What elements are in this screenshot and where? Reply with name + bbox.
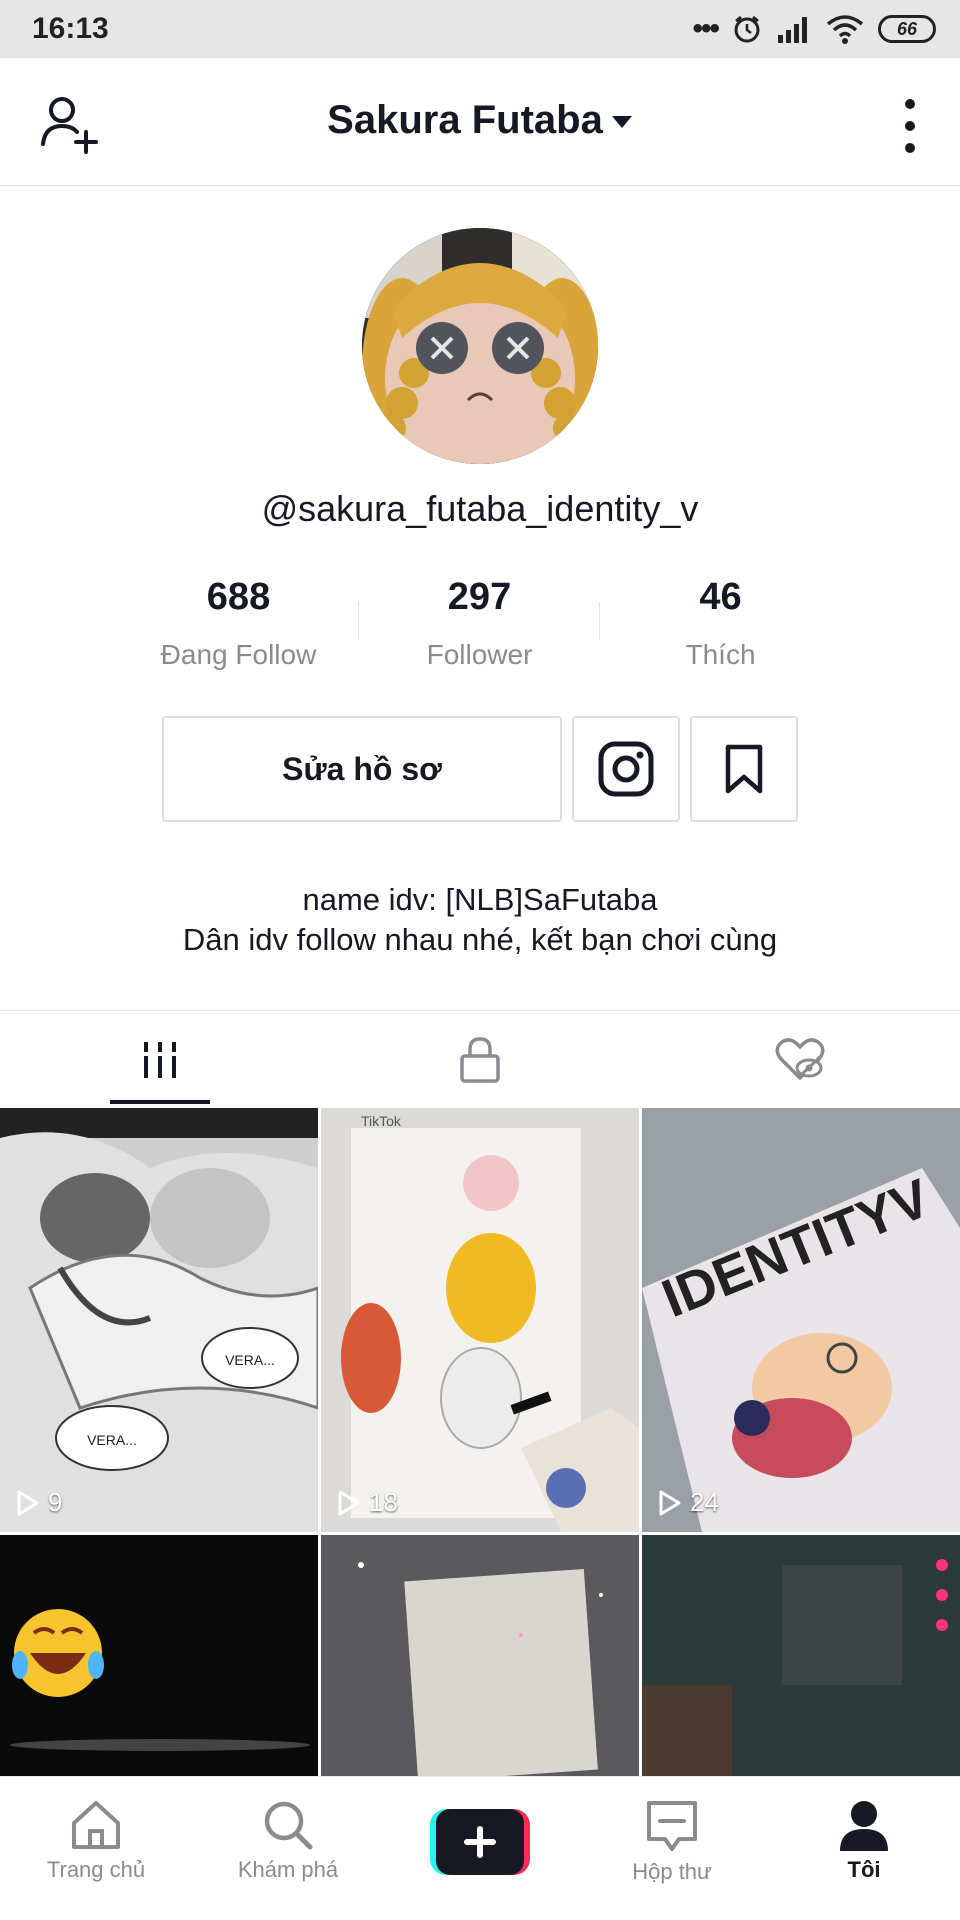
play-icon xyxy=(17,1490,39,1515)
tab-indicator xyxy=(110,1100,210,1104)
wifi-icon xyxy=(826,15,864,44)
nav-label: Tôi xyxy=(847,1857,881,1882)
stat-label: Thích xyxy=(685,639,756,670)
profile-icon xyxy=(840,1801,888,1851)
video-thumbnail[interactable]: IDENTITYV 24 xyxy=(642,1108,960,1532)
inbox-icon xyxy=(647,1801,697,1851)
plus-icon xyxy=(430,1809,530,1875)
thumbnail-caption: VERA... xyxy=(225,1352,275,1368)
nav-inbox[interactable]: Hộp thư xyxy=(576,1777,768,1920)
search-icon xyxy=(264,1801,313,1850)
bio: name idv: [NLB]SaFutaba Dân idv follow n… xyxy=(0,880,960,960)
video-thumbnail-image xyxy=(0,1535,318,1776)
video-thumbnail-image: IDENTITYV xyxy=(642,1108,960,1532)
stat-value: 297 xyxy=(447,576,512,618)
video-thumbnail[interactable] xyxy=(321,1535,639,1776)
edit-profile-button[interactable]: Sửa hồ sơ xyxy=(162,716,562,822)
stat-label: Đang Follow xyxy=(160,639,317,670)
content-tabs xyxy=(0,1010,960,1108)
video-thumbnail[interactable]: TikTok 18 xyxy=(321,1108,639,1532)
grid-icon xyxy=(144,1041,176,1078)
nav-discover[interactable]: Khám phá xyxy=(192,1777,384,1920)
stat-likes[interactable]: 46 Thích xyxy=(600,576,841,676)
bio-line: name idv: [NLB]SaFutaba xyxy=(302,882,658,917)
stat-followers[interactable]: 297 Follower xyxy=(359,576,600,676)
top-app-bar: Sakura Futaba xyxy=(0,58,960,186)
nav-profile[interactable]: Tôi xyxy=(768,1777,960,1920)
view-count: 18 xyxy=(369,1487,398,1517)
play-count: 9 xyxy=(16,1487,62,1518)
video-thumbnail-image: TikTok xyxy=(321,1108,639,1532)
tab-videos[interactable] xyxy=(0,1011,320,1108)
video-grid: VERA... VERA... 9 TikTok 18 IDENTITYV 24 xyxy=(0,1108,960,1776)
instagram-button[interactable] xyxy=(572,716,680,822)
caret-down-icon xyxy=(611,116,632,129)
video-thumbnail-image xyxy=(321,1535,639,1776)
battery-icon: 66 xyxy=(878,15,936,43)
nav-home[interactable]: Trang chủ xyxy=(0,1777,192,1920)
bookmark-icon xyxy=(725,744,763,794)
nav-label: Hộp thư xyxy=(632,1859,712,1884)
home-icon xyxy=(72,1801,120,1849)
video-thumbnail[interactable] xyxy=(0,1535,318,1776)
play-count: 18 xyxy=(337,1487,398,1518)
thumbnail-caption: VERA... xyxy=(87,1432,137,1448)
bottom-navigation: Trang chủ Khám phá Hộp thư Tôi xyxy=(0,1776,960,1920)
play-icon xyxy=(659,1490,681,1515)
nav-label: Khám phá xyxy=(237,1857,339,1882)
tab-private[interactable] xyxy=(320,1011,640,1108)
more-notifications-icon: ••• xyxy=(692,12,719,45)
status-time: 16:13 xyxy=(32,12,109,45)
profile-title-text: Sakura Futaba xyxy=(327,98,603,142)
view-count: 9 xyxy=(48,1487,63,1517)
avatar[interactable] xyxy=(362,228,598,464)
bio-line: Dân idv follow nhau nhé, kết bạn chơi cù… xyxy=(182,922,778,957)
thumbnail-caption: TikTok xyxy=(361,1113,402,1129)
video-thumbnail-image: VERA... VERA... xyxy=(0,1108,318,1532)
signal-icon xyxy=(778,17,807,43)
instagram-icon xyxy=(598,741,654,797)
lock-icon xyxy=(460,1036,500,1083)
nav-create[interactable] xyxy=(384,1777,576,1920)
nav-label: Trang chủ xyxy=(46,1857,146,1882)
profile-stats: 688 Đang Follow 297 Follower 46 Thích xyxy=(118,576,842,676)
favorites-button[interactable] xyxy=(690,716,798,822)
username: @sakura_futaba_identity_v xyxy=(261,488,699,529)
video-thumbnail[interactable]: VERA... VERA... 9 xyxy=(0,1108,318,1532)
play-icon xyxy=(338,1490,360,1515)
play-count: 24 xyxy=(658,1487,719,1518)
profile-title[interactable]: Sakura Futaba xyxy=(0,98,960,143)
video-thumbnail-image xyxy=(642,1535,960,1776)
stat-following[interactable]: 688 Đang Follow xyxy=(118,576,359,676)
stat-value: 46 xyxy=(699,576,742,618)
status-bar: 16:13 ••• 66 xyxy=(0,0,960,58)
more-options-icon[interactable] xyxy=(900,98,920,154)
hidden-heart-icon xyxy=(775,1037,825,1080)
alarm-icon xyxy=(734,15,760,43)
tab-liked[interactable] xyxy=(640,1011,960,1108)
status-icons: ••• 66 xyxy=(692,12,936,46)
avatar-image xyxy=(362,228,598,464)
stat-value: 688 xyxy=(206,576,271,618)
video-thumbnail[interactable] xyxy=(642,1535,960,1776)
view-count: 24 xyxy=(690,1487,719,1517)
stat-label: Follower xyxy=(426,639,533,670)
